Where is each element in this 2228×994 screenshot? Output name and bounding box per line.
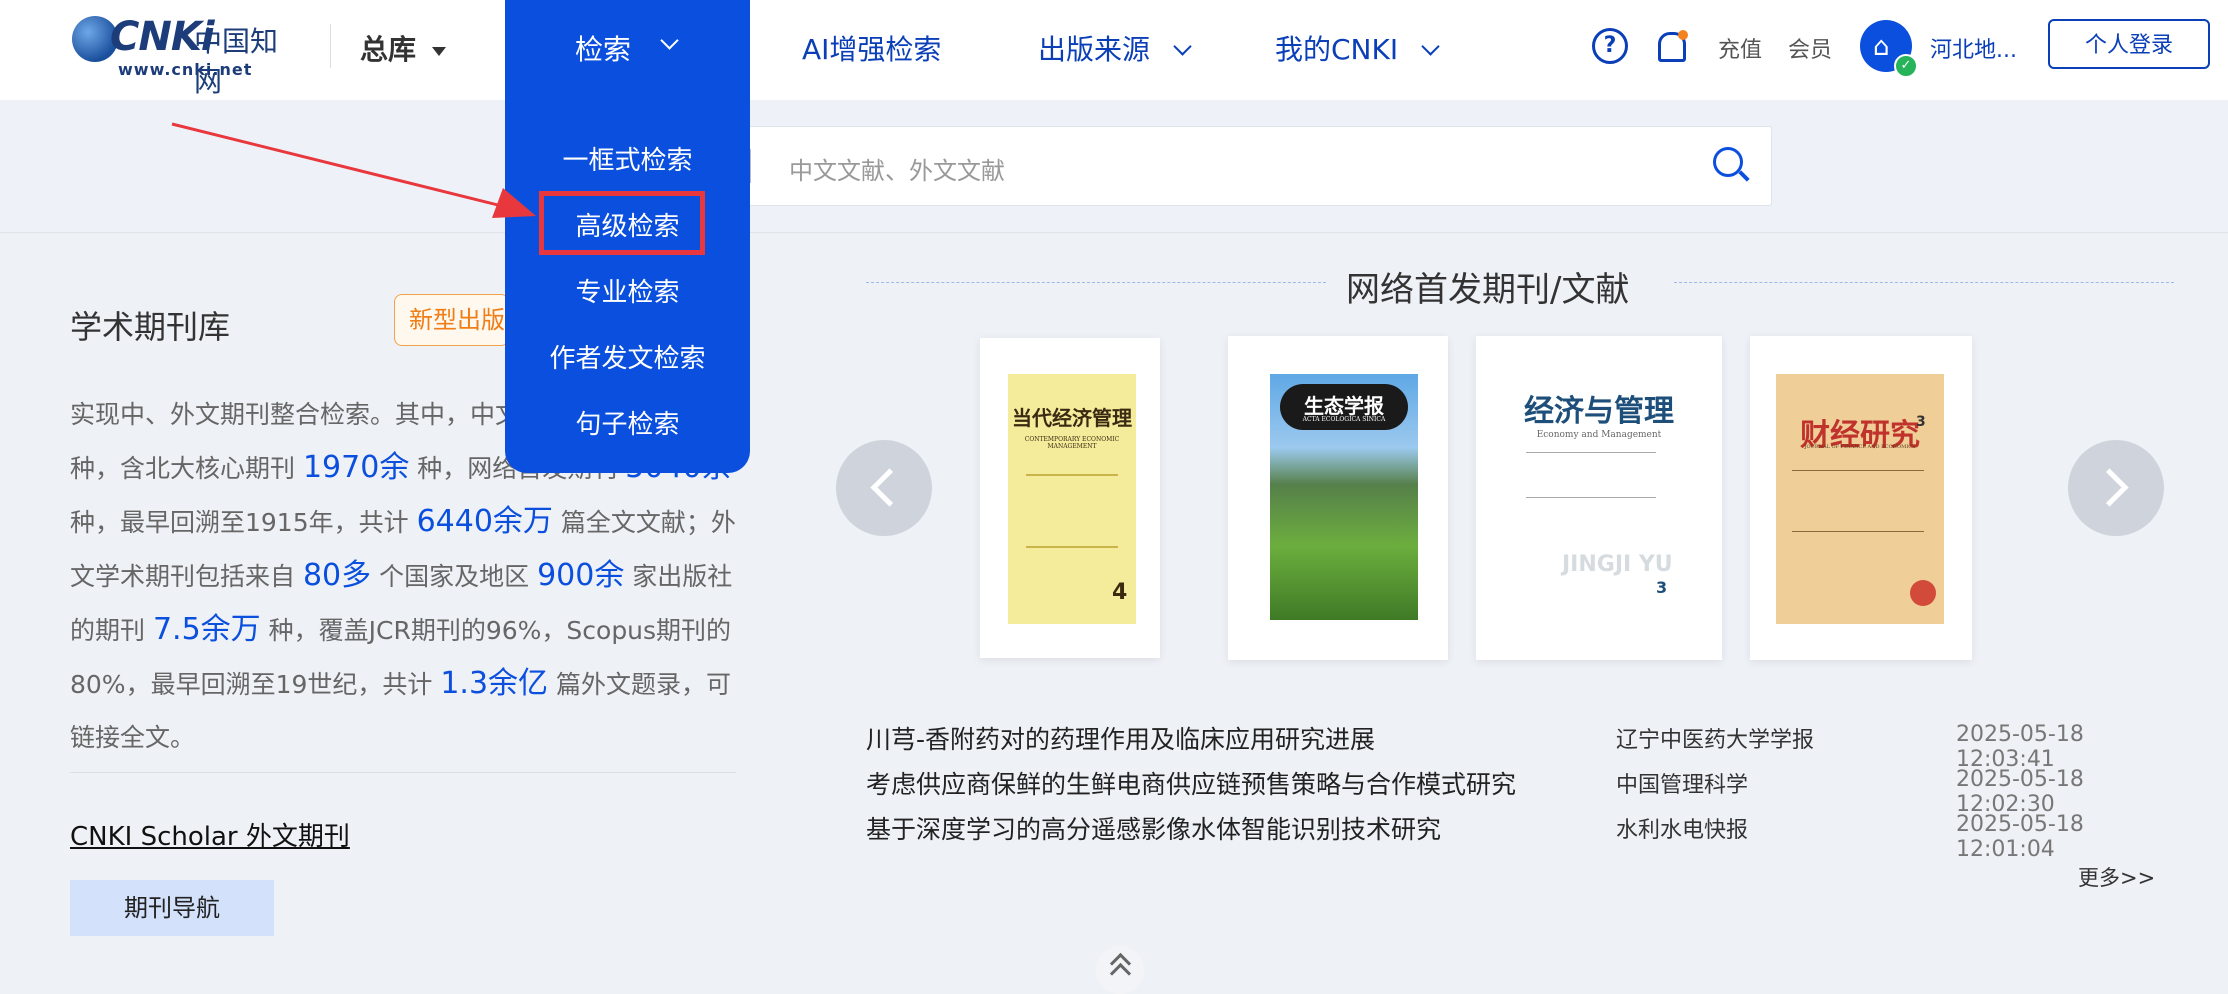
news-row[interactable]: 考虑供应商保鲜的生鲜电商供应链预售策略与合作模式研究 中国管理科学 2025-0… xyxy=(866,765,2166,817)
menu-item-one-box-search[interactable]: 一框式检索 xyxy=(505,140,750,177)
cnki-logo[interactable]: CNKi 中国知网 www.cnki.net xyxy=(72,14,294,98)
title-line-left xyxy=(866,282,1326,283)
search-box[interactable]: 中文文献、外文文献 xyxy=(748,126,1772,206)
stat-number: 6440余万 xyxy=(416,504,553,539)
journal-nav-button[interactable]: 期刊导航 xyxy=(70,880,274,936)
institution-avatar[interactable]: ⌂ ✓ xyxy=(1860,20,1918,78)
top-header: CNKi 中国知网 www.cnki.net 总库 检索 AI增强检索 出版来源… xyxy=(0,0,2228,100)
journal-cover[interactable]: 当代经济管理 CONTEMPORARY ECONOMIC MANAGEMENT … xyxy=(980,338,1160,658)
help-icon[interactable]: ? xyxy=(1592,28,1628,64)
cover-seal xyxy=(1910,580,1936,606)
cover-subtitle: Economy and Management xyxy=(1536,430,1662,440)
desc-text: 实现中、外文期刊整合检索。其中，中文 xyxy=(70,400,521,429)
search-icon[interactable] xyxy=(1713,147,1743,177)
cover-art: 生态学报 ACTA ECOLOGICA SINICA xyxy=(1270,374,1418,620)
member-link[interactable]: 会员 xyxy=(1788,32,1832,64)
cover-subtitle: ACTA ECOLOGICA SINICA xyxy=(1302,416,1386,423)
cover-decoration xyxy=(1026,474,1118,548)
menu-item-author-search[interactable]: 作者发文检索 xyxy=(505,338,750,375)
desc-text: 个国家及地区 xyxy=(379,562,530,591)
news-source[interactable]: 水利水电快报 xyxy=(1616,812,1748,844)
cover-art: 经济与管理 Economy and Management JINGJI YU 3 xyxy=(1506,386,1692,636)
stat-number: 80多 xyxy=(302,558,372,593)
cover-issue: 4 xyxy=(1112,580,1128,605)
news-date: 2025-05-18 12:01:04 xyxy=(1956,812,2084,862)
cover-decoration xyxy=(1792,470,1924,532)
nav-publish-source[interactable]: 出版来源 xyxy=(1038,28,1192,68)
search-placeholder: 中文文献、外文文献 xyxy=(789,157,1005,185)
chevron-right-icon xyxy=(2090,468,2129,507)
news-title[interactable]: 基于深度学习的高分遥感影像水体智能识别技术研究 xyxy=(866,810,1441,846)
nav-search-label: 检索 xyxy=(575,33,632,66)
cover-decoration xyxy=(1526,452,1656,498)
journal-cover[interactable]: 经济与管理 Economy and Management JINGJI YU 3 xyxy=(1476,336,1722,660)
cover-subtitle: JOURNAL OF FINANCE AND ECONOMICS xyxy=(1804,444,1916,450)
carousel-next-button[interactable] xyxy=(2068,440,2164,536)
news-source[interactable]: 中国管理科学 xyxy=(1616,767,1748,799)
stat-number: 7.5余万 xyxy=(152,612,261,647)
nav-my-cnki[interactable]: 我的CNKI xyxy=(1275,28,1440,68)
more-link[interactable]: 更多>> xyxy=(2078,862,2155,892)
desc-text: 种，含北大核心期刊 xyxy=(70,454,296,483)
nav-ai-search[interactable]: AI增强检索 xyxy=(802,28,941,68)
building-icon: ⌂ xyxy=(1873,32,1890,62)
nav-my-cnki-label: 我的CNKI xyxy=(1275,33,1399,66)
stat-number: 900余 xyxy=(537,558,625,593)
cover-issue: 3 xyxy=(1916,414,1926,430)
cover-title: 当代经济管理 xyxy=(1012,406,1132,430)
menu-item-sentence-search[interactable]: 句子检索 xyxy=(505,404,750,441)
journal-db-title: 学术期刊库 xyxy=(70,308,231,346)
stat-number: 1.3余亿 xyxy=(440,666,549,701)
stat-number: 1970余 xyxy=(302,450,410,485)
search-dropdown-menu: 一框式检索 高级检索 专业检索 作者发文检索 句子检索 xyxy=(505,100,750,473)
cover-art: 当代经济管理 CONTEMPORARY ECONOMIC MANAGEMENT … xyxy=(1008,374,1136,624)
database-selector-label: 总库 xyxy=(360,33,417,66)
news-row[interactable]: 川芎-香附药对的药理作用及临床应用研究进展 辽宁中医药大学学报 2025-05-… xyxy=(866,720,2166,772)
cover-title: 生态学报 xyxy=(1304,394,1384,418)
menu-item-professional-search[interactable]: 专业检索 xyxy=(505,272,750,309)
personal-login-button[interactable]: 个人登录 xyxy=(2048,19,2210,69)
caret-down-icon xyxy=(432,46,447,56)
chevron-down-icon xyxy=(1173,37,1192,56)
title-line-right xyxy=(1674,282,2174,283)
red-arrow-annotation xyxy=(171,122,536,218)
news-source[interactable]: 辽宁中医药大学学报 xyxy=(1616,722,1814,754)
journal-cover[interactable]: 生态学报 ACTA ECOLOGICA SINICA xyxy=(1228,336,1448,660)
logo-url: www.cnki.net xyxy=(118,60,253,79)
cnki-scholar-link[interactable]: CNKI Scholar 外文期刊 xyxy=(70,816,350,853)
cover-art: 财经研究 JOURNAL OF FINANCE AND ECONOMICS 3 xyxy=(1776,374,1944,624)
cover-watermark: JINGJI YU xyxy=(1562,552,1673,577)
nav-publish-source-label: 出版来源 xyxy=(1038,33,1151,66)
cover-subtitle: CONTEMPORARY ECONOMIC MANAGEMENT xyxy=(1024,436,1120,450)
bell-icon[interactable] xyxy=(1652,24,1692,68)
recharge-link[interactable]: 充值 xyxy=(1718,32,1762,64)
chevron-down-icon xyxy=(1421,37,1440,56)
news-row[interactable]: 基于深度学习的高分遥感影像水体智能识别技术研究 水利水电快报 2025-05-1… xyxy=(866,810,2166,862)
cover-title: 经济与管理 xyxy=(1524,394,1674,429)
news-title[interactable]: 川芎-香附药对的药理作用及临床应用研究进展 xyxy=(866,720,1375,756)
institution-name[interactable]: 河北地... xyxy=(1930,32,2017,64)
database-selector[interactable]: 总库 xyxy=(360,28,447,68)
scroll-top-button[interactable] xyxy=(1096,946,1144,994)
chevron-down-icon xyxy=(660,31,679,50)
news-title[interactable]: 考虑供应商保鲜的生鲜电商供应链预售策略与合作模式研究 xyxy=(866,765,1516,801)
chevron-left-icon xyxy=(870,468,909,507)
new-publish-badge[interactable]: 新型出版 xyxy=(394,294,509,346)
left-divider xyxy=(70,772,736,773)
journal-cover[interactable]: 财经研究 JOURNAL OF FINANCE AND ECONOMICS 3 xyxy=(1750,336,1972,660)
online-first-title: 网络首发期刊/文献 xyxy=(1346,270,1630,310)
desc-text: 种，最早回溯至1915年，共计 xyxy=(70,508,409,537)
highlight-box xyxy=(539,191,705,255)
cover-issue: 3 xyxy=(1656,578,1668,597)
header-divider xyxy=(330,24,331,68)
nav-search-tab[interactable]: 检索 xyxy=(505,0,750,100)
carousel-prev-button[interactable] xyxy=(836,440,932,536)
notification-dot xyxy=(1678,30,1688,40)
check-icon: ✓ xyxy=(1894,54,1918,78)
